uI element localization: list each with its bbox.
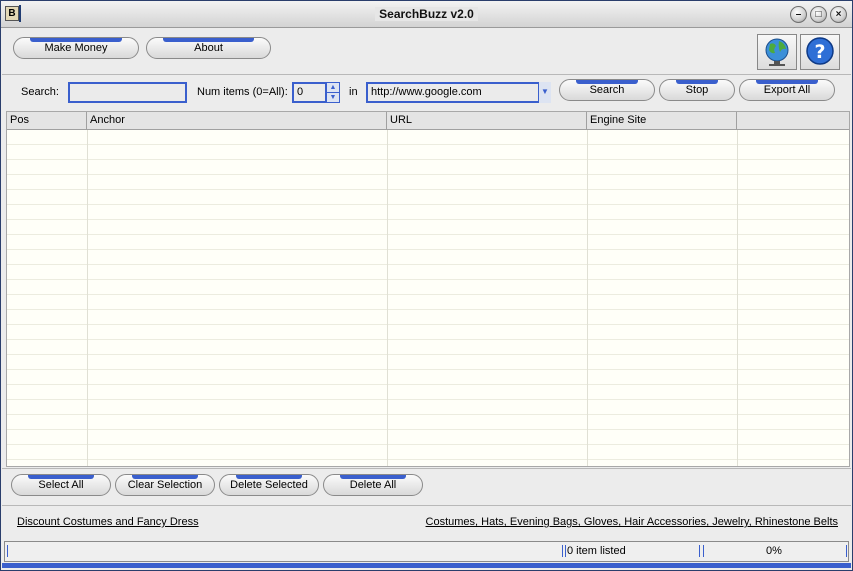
column-header-engine-site[interactable]: Engine Site	[587, 112, 737, 129]
stop-button[interactable]: Stop	[659, 79, 735, 101]
results-table[interactable]: Pos Anchor URL Engine Site	[6, 111, 850, 467]
num-items-stepper[interactable]: ▲ ▼	[326, 82, 340, 103]
status-bar: 0 item listed 0%	[4, 541, 849, 562]
costumes-accessories-link[interactable]: Costumes, Hats, Evening Bags, Gloves, Ha…	[426, 516, 838, 528]
search-label: Search:	[21, 86, 59, 98]
column-header-extra	[737, 112, 849, 129]
window-bottom-border	[2, 563, 851, 568]
window-title-label: SearchBuzz v2.0	[375, 7, 478, 21]
globe-icon	[765, 38, 789, 66]
make-money-label: Make Money	[44, 42, 108, 54]
close-icon[interactable]: ×	[830, 6, 847, 23]
help-icon: ?	[806, 37, 834, 65]
app-window: B SearchBuzz v2.0 – □ × Make Money About…	[0, 0, 853, 571]
stop-button-label: Stop	[685, 84, 709, 96]
status-divider	[703, 545, 704, 557]
delete-all-button[interactable]: Delete All	[323, 474, 423, 496]
clear-selection-label: Clear Selection	[127, 479, 203, 491]
column-header-url[interactable]: URL	[387, 112, 587, 129]
export-all-button[interactable]: Export All	[739, 79, 835, 101]
status-divider	[7, 545, 8, 557]
column-divider	[737, 130, 738, 466]
about-label: About	[194, 42, 223, 54]
items-listed-status: 0 item listed	[567, 545, 626, 557]
action-bar: Select All Clear Selection Delete Select…	[2, 468, 851, 505]
website-button[interactable]	[757, 34, 797, 70]
about-button[interactable]: About	[146, 37, 271, 59]
search-bar: Search: Num items (0=All): 0 ▲ ▼ in http…	[2, 74, 851, 111]
column-divider	[587, 130, 588, 466]
column-header-pos[interactable]: Pos	[7, 112, 87, 129]
status-divider	[699, 545, 700, 557]
help-button[interactable]: ?	[800, 34, 840, 70]
select-all-button[interactable]: Select All	[11, 474, 111, 496]
delete-all-label: Delete All	[349, 479, 397, 491]
search-button-label: Search	[589, 84, 625, 96]
title-bar[interactable]: B SearchBuzz v2.0 – □ ×	[1, 1, 852, 28]
column-divider	[87, 130, 88, 466]
table-header: Pos Anchor URL Engine Site	[7, 112, 849, 130]
maximize-icon[interactable]: □	[810, 6, 827, 23]
search-button[interactable]: Search	[559, 79, 655, 101]
in-label: in	[349, 86, 358, 98]
make-money-button[interactable]: Make Money	[13, 37, 139, 59]
chevron-down-icon[interactable]: ▼	[538, 82, 551, 103]
stepper-down-icon[interactable]: ▼	[327, 92, 339, 102]
column-divider	[387, 130, 388, 466]
num-items-label: Num items (0=All):	[197, 86, 288, 98]
progress-percent: 0%	[766, 545, 782, 557]
column-header-anchor[interactable]: Anchor	[87, 112, 387, 129]
delete-selected-label: Delete Selected	[230, 479, 308, 491]
window-title: SearchBuzz v2.0	[1, 7, 852, 21]
minimize-icon[interactable]: –	[790, 6, 807, 23]
num-items-input[interactable]: 0	[292, 82, 327, 103]
sponsor-links: Discount Costumes and Fancy Dress Costum…	[2, 505, 851, 540]
discount-costumes-link[interactable]: Discount Costumes and Fancy Dress	[17, 516, 199, 528]
delete-selected-button[interactable]: Delete Selected	[219, 474, 319, 496]
engine-select-value: http://www.google.com	[371, 86, 482, 98]
export-all-label: Export All	[763, 84, 811, 96]
clear-selection-button[interactable]: Clear Selection	[115, 474, 215, 496]
status-divider	[565, 545, 566, 557]
svg-text:?: ?	[814, 41, 825, 63]
search-input[interactable]	[68, 82, 187, 103]
status-divider	[846, 545, 847, 557]
table-body[interactable]	[7, 130, 849, 466]
select-all-label: Select All	[38, 479, 84, 491]
stepper-up-icon[interactable]: ▲	[327, 83, 339, 92]
status-divider	[562, 545, 563, 557]
engine-select[interactable]: http://www.google.com ▼	[366, 82, 551, 103]
